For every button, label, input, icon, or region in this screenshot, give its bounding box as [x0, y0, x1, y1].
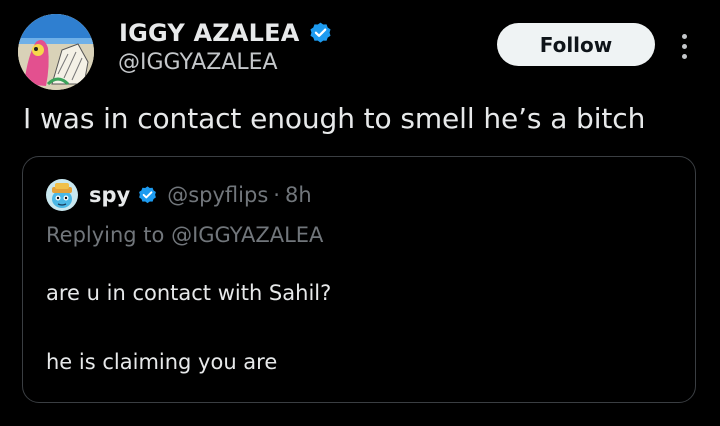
- quote-timestamp[interactable]: 8h: [285, 183, 312, 207]
- quoted-tweet-card[interactable]: spy @spyflips · 8h Replying to @IGGYAZAL…: [22, 156, 696, 403]
- more-dot: [681, 43, 687, 49]
- quote-author-avatar[interactable]: [46, 179, 78, 211]
- quote-text-line: are u in contact with Sahil?: [46, 281, 332, 305]
- quote-author-handle[interactable]: @spyflips: [167, 183, 268, 207]
- quote-author-name[interactable]: spy: [89, 183, 130, 207]
- more-options-icon[interactable]: [676, 28, 692, 64]
- author-handle[interactable]: @IGGYAZALEA: [118, 50, 278, 75]
- follow-button[interactable]: Follow: [497, 23, 655, 66]
- separator-dot: ·: [273, 183, 280, 207]
- author-name-row: IGGY AZALEA: [119, 17, 333, 49]
- quote-text-line: he is claiming you are: [46, 350, 278, 374]
- verified-badge-icon: [137, 185, 158, 206]
- more-dot: [681, 33, 687, 39]
- tweet-text: I was in contact enough to smell he’s a …: [23, 102, 646, 135]
- verified-badge-icon: [308, 21, 333, 46]
- more-dot: [681, 53, 687, 59]
- quote-header: spy @spyflips · 8h: [89, 180, 312, 210]
- author-name[interactable]: IGGY AZALEA: [119, 19, 300, 47]
- author-avatar[interactable]: [18, 14, 94, 90]
- replying-to-label: Replying to @IGGYAZALEA: [46, 223, 324, 247]
